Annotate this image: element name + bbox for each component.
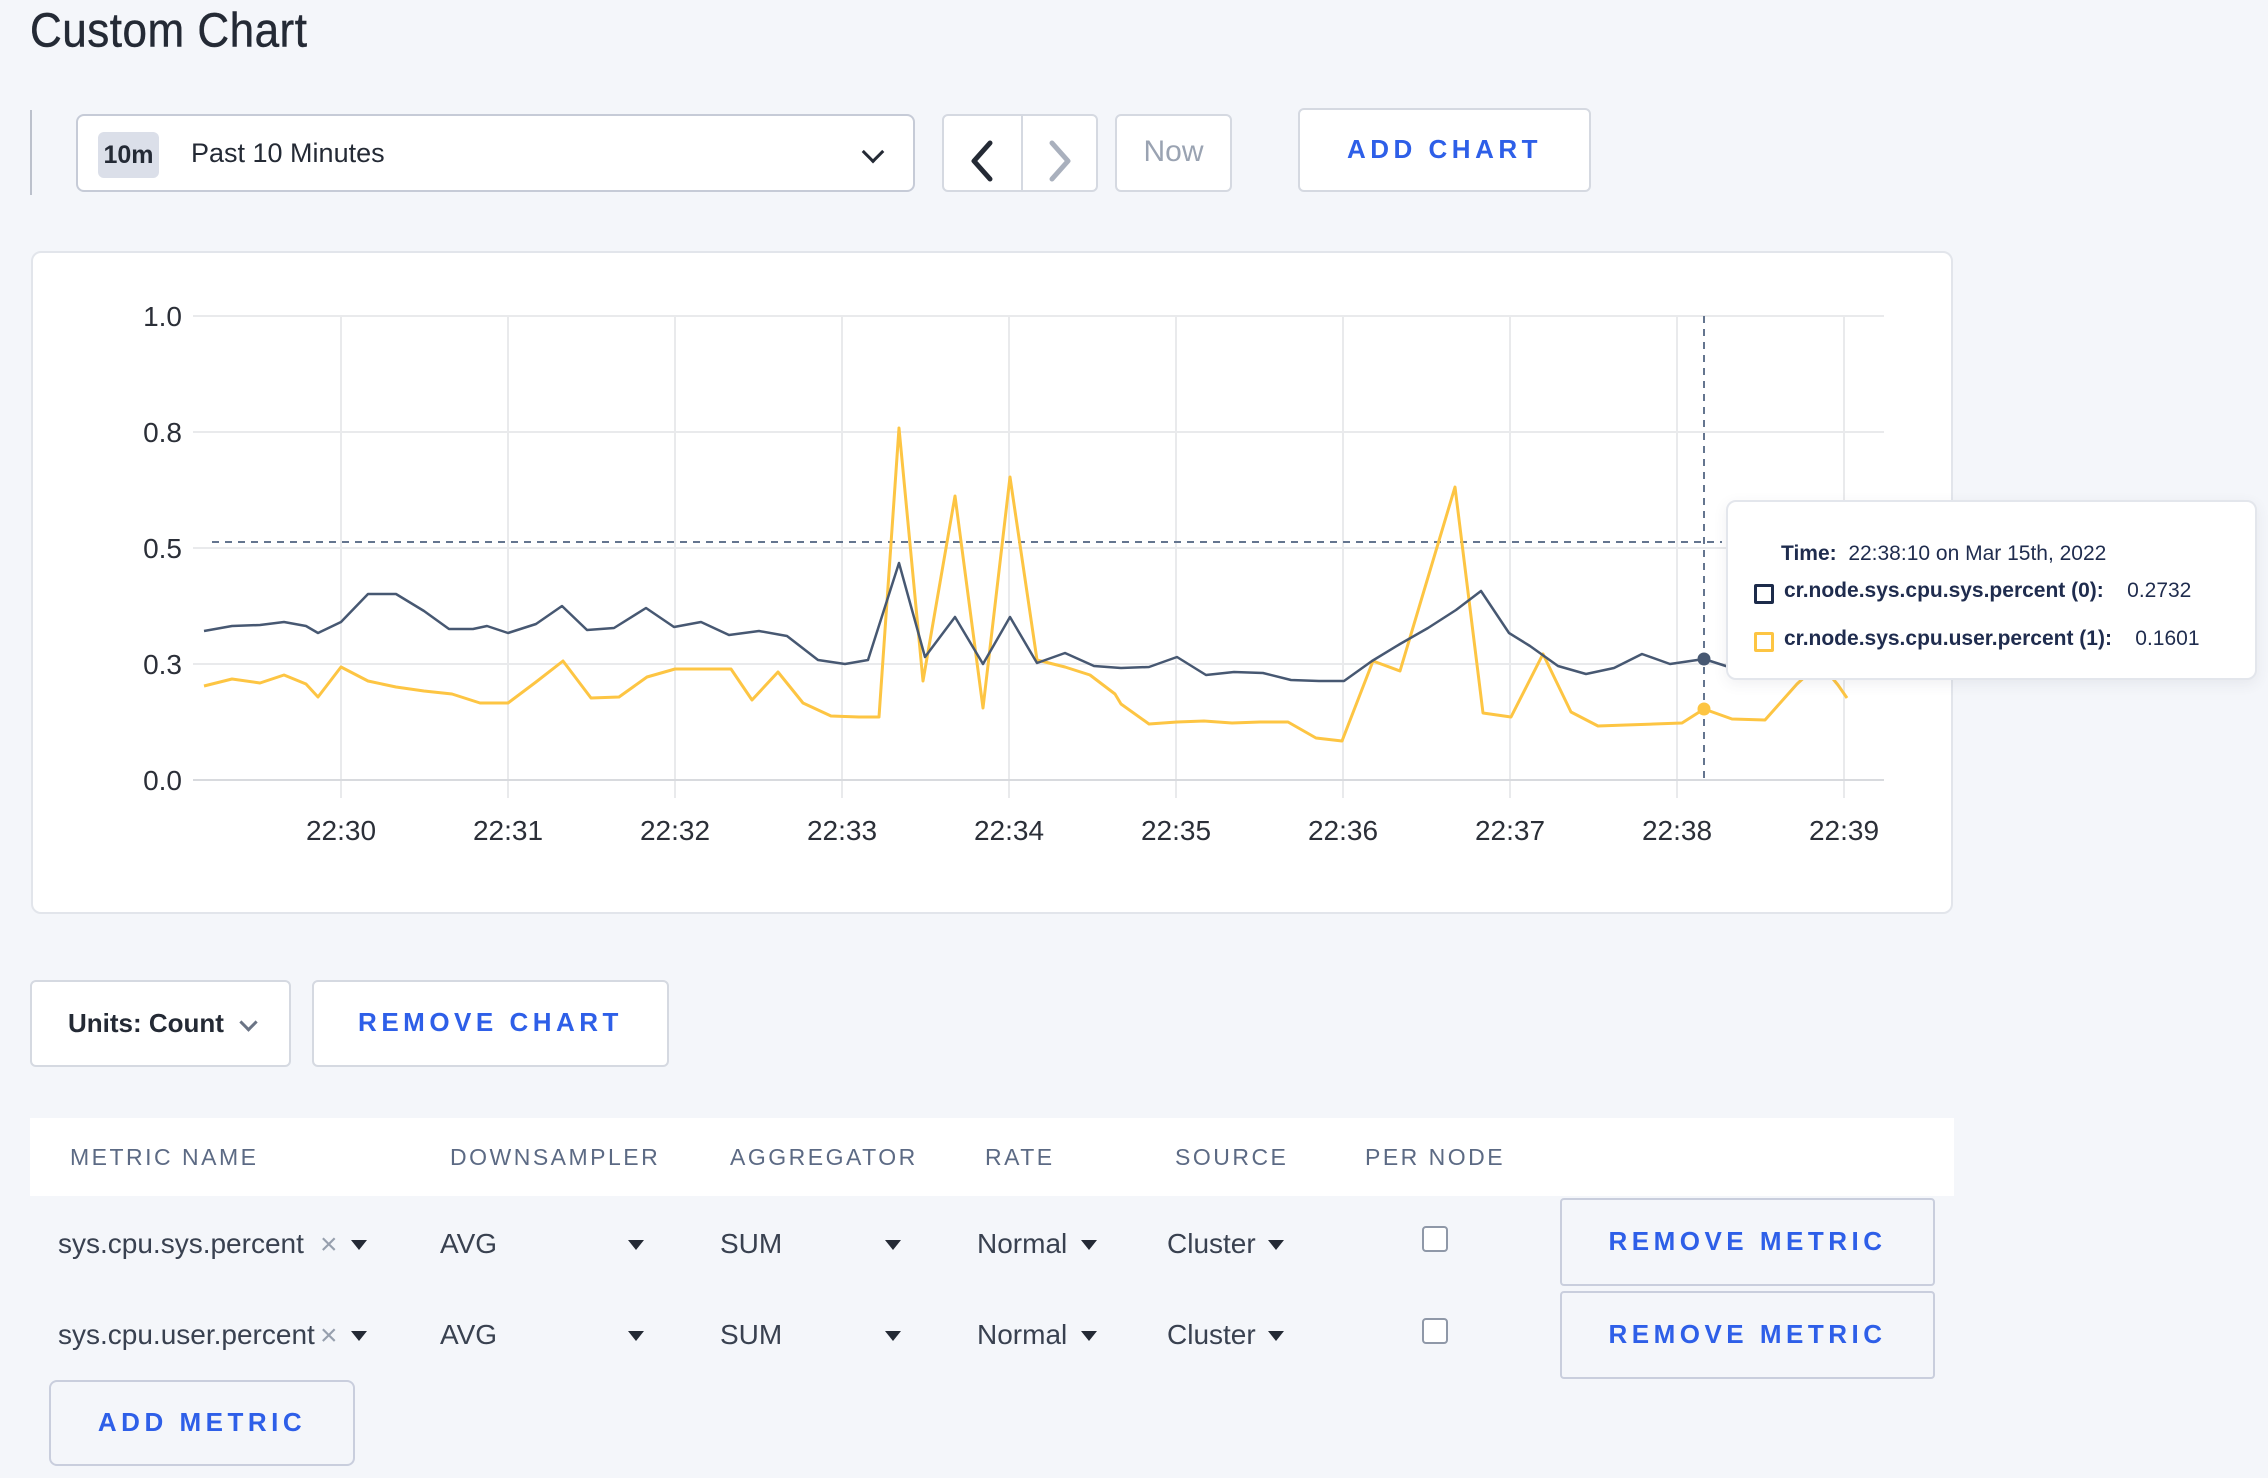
svg-text:22:32: 22:32 <box>640 815 710 846</box>
svg-text:22:34: 22:34 <box>974 815 1044 846</box>
svg-text:22:36: 22:36 <box>1308 815 1378 846</box>
svg-text:1.0: 1.0 <box>143 301 182 332</box>
svg-text:22:33: 22:33 <box>807 815 877 846</box>
svg-text:22:37: 22:37 <box>1475 815 1545 846</box>
svg-text:22:38: 22:38 <box>1642 815 1712 846</box>
svg-text:0.0: 0.0 <box>143 765 182 796</box>
svg-text:22:30: 22:30 <box>306 815 376 846</box>
svg-text:0.5: 0.5 <box>143 533 182 564</box>
svg-text:0.3: 0.3 <box>143 649 182 680</box>
svg-text:22:35: 22:35 <box>1141 815 1211 846</box>
svg-text:22:31: 22:31 <box>473 815 543 846</box>
svg-text:0.8: 0.8 <box>143 417 182 448</box>
svg-text:22:39: 22:39 <box>1809 815 1879 846</box>
